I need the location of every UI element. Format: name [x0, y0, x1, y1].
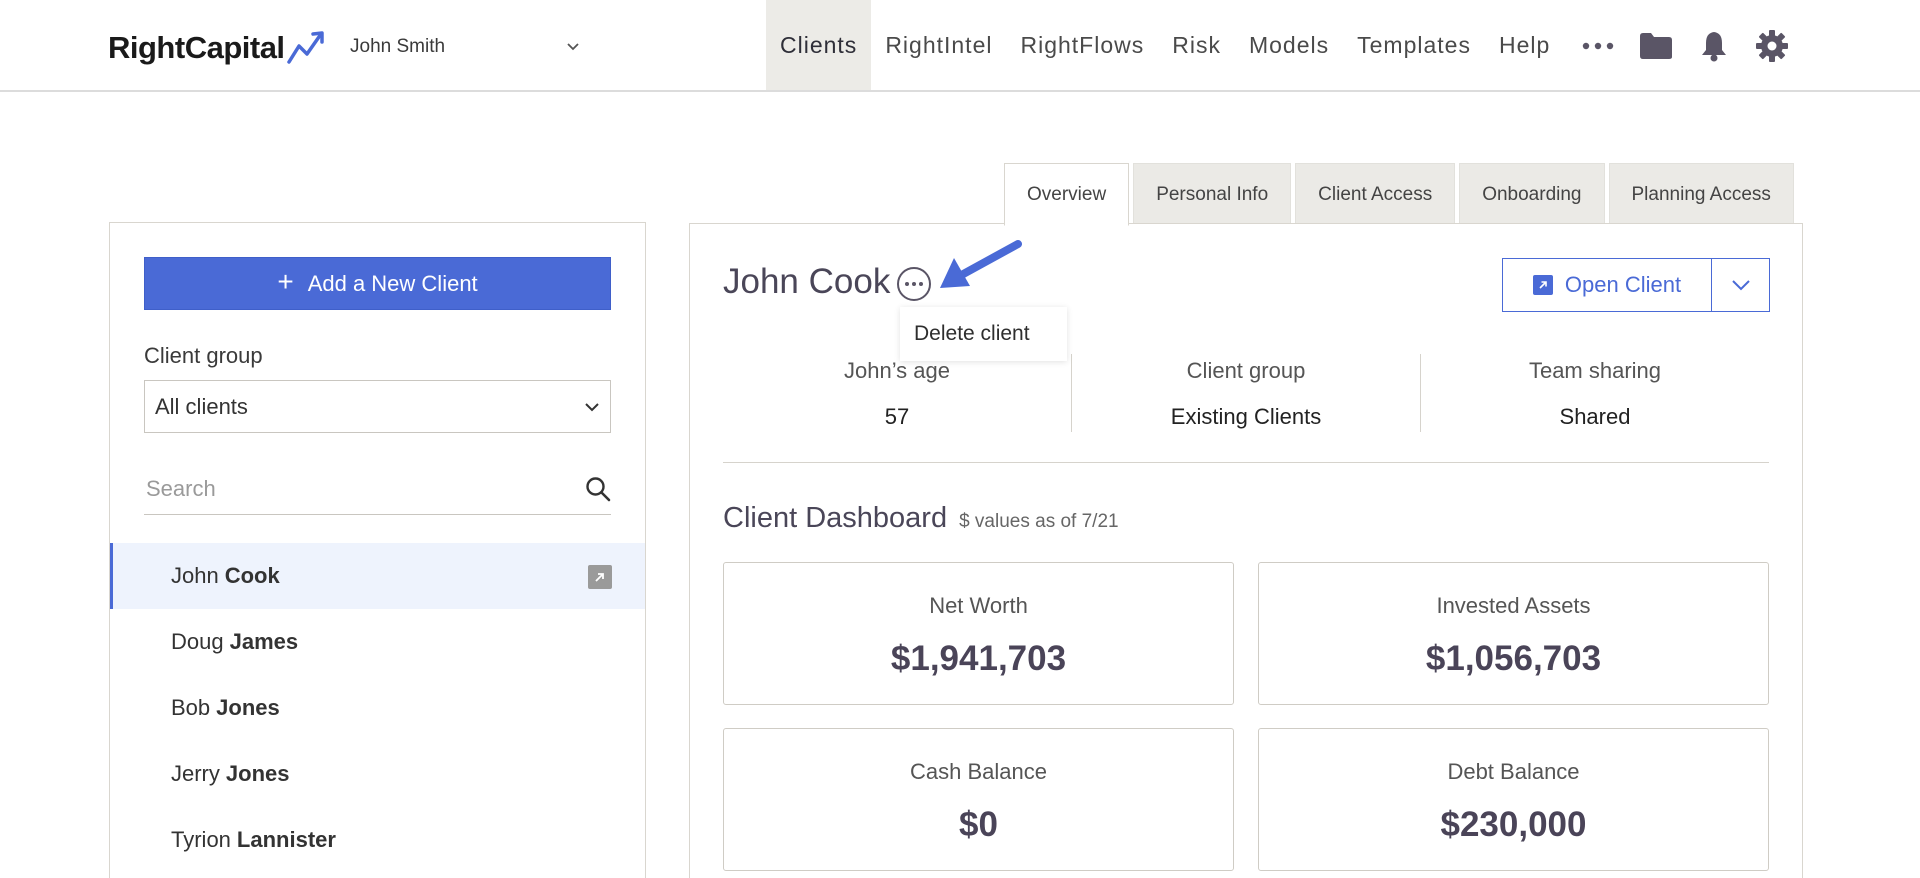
stat-label: John’s age	[843, 358, 950, 383]
tab-planning-access[interactable]: Planning Access	[1608, 163, 1794, 225]
card-label: Debt Balance	[1447, 759, 1580, 784]
tab-personal-info[interactable]: Personal Info	[1133, 163, 1292, 225]
client-list-item[interactable]: Doug James	[110, 609, 645, 675]
search-icon[interactable]	[585, 476, 611, 502]
open-client-button[interactable]: Open Client	[1502, 258, 1712, 312]
top-navbar: RightCapital John Smith Clients RightInt…	[0, 0, 1920, 92]
bell-icon[interactable]	[1696, 28, 1732, 64]
gear-icon[interactable]	[1754, 28, 1790, 64]
invested-assets-card: Invested Assets $1,056,703	[1258, 562, 1769, 705]
client-list-item[interactable]: John Cook	[110, 543, 645, 609]
folder-icon[interactable]	[1638, 28, 1674, 64]
stat-age: John’s age 57	[723, 354, 1071, 432]
delete-client-menu-item[interactable]: Delete client	[900, 307, 1067, 361]
client-first-name: Doug	[171, 629, 224, 654]
dashboard-subtitle: $ values as of 7/21	[959, 511, 1119, 532]
open-client-dropdown-button[interactable]	[1712, 258, 1770, 312]
tab-client-access[interactable]: Client Access	[1295, 163, 1456, 225]
dot	[919, 282, 923, 286]
open-client-button-group: Open Client	[1502, 258, 1770, 312]
dashboard-title: Client Dashboard	[723, 502, 948, 534]
client-first-name: Bob	[171, 695, 211, 720]
nav-icon-group	[1580, 24, 1790, 68]
nav-risk[interactable]: Risk	[1158, 0, 1235, 90]
client-more-options-button[interactable]	[897, 267, 931, 301]
client-list: John Cook Doug James Bob Jones Jerry Jon…	[110, 543, 645, 873]
user-name: John Smith	[350, 36, 446, 57]
client-list-item[interactable]: Tyrion Lannister	[110, 807, 645, 873]
stat-client-group: Client group Existing Clients	[1071, 354, 1420, 432]
cash-balance-card: Cash Balance $0	[723, 728, 1234, 871]
stat-value: Existing Clients	[1170, 404, 1322, 429]
add-new-client-button[interactable]: + Add a New Client	[144, 257, 611, 310]
more-icon[interactable]	[1580, 28, 1616, 64]
tab-overview[interactable]: Overview	[1004, 163, 1130, 226]
logo-chart-icon	[286, 31, 324, 64]
nav-templates[interactable]: Templates	[1343, 0, 1485, 90]
dot	[912, 282, 916, 286]
stat-team-sharing: Team sharing Shared	[1420, 354, 1769, 432]
client-group-select[interactable]: All clients	[144, 380, 611, 433]
client-list-panel: + Add a New Client Client group All clie…	[109, 222, 646, 878]
user-selector[interactable]: John Smith	[350, 30, 580, 64]
client-search	[144, 463, 611, 515]
client-stats: John’s age 57 Client group Existing Clie…	[723, 354, 1769, 432]
tab-onboarding[interactable]: Onboarding	[1459, 163, 1605, 225]
open-external-icon	[1532, 275, 1553, 295]
dashboard-cards: Net Worth $1,941,703 Invested Assets $1,…	[723, 562, 1769, 871]
card-value: $1,056,703	[1425, 639, 1602, 678]
chevron-down-icon	[585, 402, 599, 411]
client-tabs: Overview Personal Info Client Access Onb…	[1004, 163, 1794, 226]
stat-label: Team sharing	[1528, 358, 1662, 383]
client-first-name: Tyrion	[171, 827, 231, 852]
card-label: Cash Balance	[910, 759, 1047, 784]
rightcapital-logo[interactable]: RightCapital	[108, 28, 327, 68]
client-last-name: Lannister	[236, 827, 336, 852]
debt-balance-card: Debt Balance $230,000	[1258, 728, 1769, 871]
main-nav: Clients RightIntel RightFlows Risk Model…	[766, 0, 1564, 90]
nav-clients[interactable]: Clients	[766, 0, 872, 90]
client-group-label: Client group	[144, 343, 263, 368]
card-label: Net Worth	[929, 593, 1028, 618]
search-input[interactable]	[144, 475, 544, 502]
client-name-heading: John Cook	[723, 262, 891, 301]
stat-value: Shared	[1559, 404, 1631, 429]
card-value: $230,000	[1440, 805, 1587, 844]
nav-help[interactable]: Help	[1485, 0, 1564, 90]
client-last-name: Jones	[216, 695, 280, 720]
client-last-name: Cook	[224, 563, 280, 588]
client-last-name: Jones	[225, 761, 290, 786]
nav-rightflows[interactable]: RightFlows	[1006, 0, 1158, 90]
client-first-name: Jerry	[171, 761, 220, 786]
card-label: Invested Assets	[1436, 593, 1591, 618]
section-divider	[723, 462, 1769, 463]
chevron-down-icon	[1731, 280, 1750, 291]
client-first-name: John	[171, 563, 219, 588]
card-value: $1,941,703	[890, 639, 1067, 678]
stat-value: 57	[884, 404, 910, 429]
nav-rightintel[interactable]: RightIntel	[871, 0, 1006, 90]
plus-icon: +	[277, 266, 294, 297]
dot	[905, 282, 909, 286]
client-list-item[interactable]: Jerry Jones	[110, 741, 645, 807]
stat-label: Client group	[1186, 358, 1306, 383]
add-new-client-label: Add a New Client	[307, 270, 478, 296]
net-worth-card: Net Worth $1,941,703	[723, 562, 1234, 705]
client-list-item[interactable]: Bob Jones	[110, 675, 645, 741]
client-overview-panel: John Cook Delete client Open Client John…	[689, 223, 1803, 878]
client-dashboard-header: Client Dashboard $ values as of 7/21	[723, 502, 1119, 535]
chevron-down-icon	[567, 43, 579, 51]
annotation-arrow-icon	[940, 240, 1022, 288]
open-external-icon[interactable]	[588, 565, 612, 589]
logo-text: RightCapital	[108, 30, 285, 65]
client-group-value: All clients	[155, 393, 248, 419]
nav-models[interactable]: Models	[1235, 0, 1343, 90]
card-value: $0	[959, 805, 998, 844]
open-client-label: Open Client	[1564, 272, 1682, 297]
client-last-name: James	[229, 629, 299, 654]
